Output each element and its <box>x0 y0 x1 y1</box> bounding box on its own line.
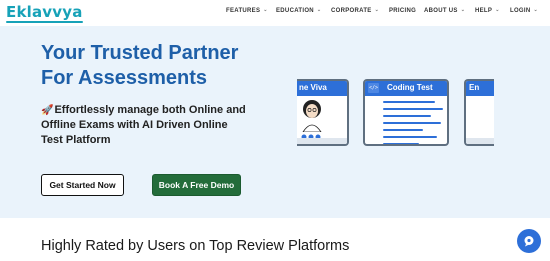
nav-item-label: FEATURES <box>226 8 261 14</box>
code-line <box>383 143 419 144</box>
card-title: Coding Test <box>387 83 433 92</box>
feature-card-viva: ne Viva <box>297 79 349 146</box>
nav-item-help[interactable]: HELP ⌄ <box>475 7 500 14</box>
hero-headline: Your Trusted Partner For Assessments <box>41 41 301 91</box>
nav-item-corporate[interactable]: CORPORATE ⌄ <box>331 7 380 14</box>
nav-item-label: ABOUT US <box>424 8 458 14</box>
chat-button[interactable] <box>517 229 541 253</box>
hero-headline-line1: Your Trusted Partner <box>41 42 239 64</box>
feature-card-third: En <box>464 79 494 146</box>
book-demo-button[interactable]: Book A Free Demo <box>152 174 241 196</box>
rocket-icon: 🚀 <box>41 105 54 116</box>
card-footer-strip <box>297 138 347 144</box>
code-line <box>383 108 443 110</box>
chevron-down-icon: ⌄ <box>495 7 500 13</box>
nav-item-label: LOGIN <box>510 8 531 14</box>
code-line <box>383 101 435 103</box>
card-footer-strip <box>466 138 494 144</box>
hero-section: Your Trusted Partner For Assessments 🚀Ef… <box>0 26 550 218</box>
logo-underline <box>6 21 83 23</box>
chevron-down-icon: ⌄ <box>374 7 380 13</box>
feature-card-coding-test: </> Coding Test <box>363 79 449 146</box>
top-navbar: Eklavvya FEATURES ⌄ EDUCATION ⌄ CORPORATE ⌄… <box>0 0 550 26</box>
chat-bubble-icon <box>524 236 534 247</box>
main-menu: FEATURES ⌄ EDUCATION ⌄ CORPORATE ⌄ PRICING … <box>0 7 550 20</box>
code-line <box>383 122 441 124</box>
code-lines <box>383 101 443 144</box>
review-section-title: Highly Rated by Users on Top Review Plat… <box>41 238 350 254</box>
nav-item-features[interactable]: FEATURES ⌄ <box>226 7 268 14</box>
hero-headline-line2: For Assessments <box>41 67 207 89</box>
code-line <box>383 115 431 117</box>
code-line <box>383 129 423 131</box>
nav-item-label: PRICING <box>389 8 417 14</box>
nav-item-label: CORPORATE <box>331 8 372 14</box>
card-header-bar: </> Coding Test <box>365 81 447 96</box>
card-title: ne Viva <box>299 83 327 92</box>
card-header-bar: En <box>466 81 494 96</box>
code-line <box>383 136 437 138</box>
hero-subtext: 🚀Effortlessly manage both Online and Off… <box>41 103 251 148</box>
card-header-bar: ne Viva <box>297 81 347 96</box>
nav-item-label: HELP <box>475 8 493 14</box>
nav-item-login[interactable]: LOGIN ⌄ <box>510 7 538 14</box>
get-started-button[interactable]: Get Started Now <box>41 174 124 196</box>
avatar-icon <box>302 100 322 132</box>
nav-item-pricing[interactable]: PRICING <box>389 8 416 14</box>
nav-item-about-us[interactable]: ABOUT US ⌄ <box>424 7 466 14</box>
chevron-down-icon: ⌄ <box>533 7 538 13</box>
hero-subtext-text: Effortlessly manage both Online and Offl… <box>41 104 246 146</box>
nav-item-education[interactable]: EDUCATION ⌄ <box>276 7 322 14</box>
chevron-down-icon: ⌄ <box>316 7 322 13</box>
code-icon: </> <box>368 83 379 93</box>
card-title: En <box>469 83 480 92</box>
chevron-down-icon: ⌄ <box>460 7 466 13</box>
chevron-down-icon: ⌄ <box>263 7 268 13</box>
nav-item-label: EDUCATION <box>276 8 314 14</box>
